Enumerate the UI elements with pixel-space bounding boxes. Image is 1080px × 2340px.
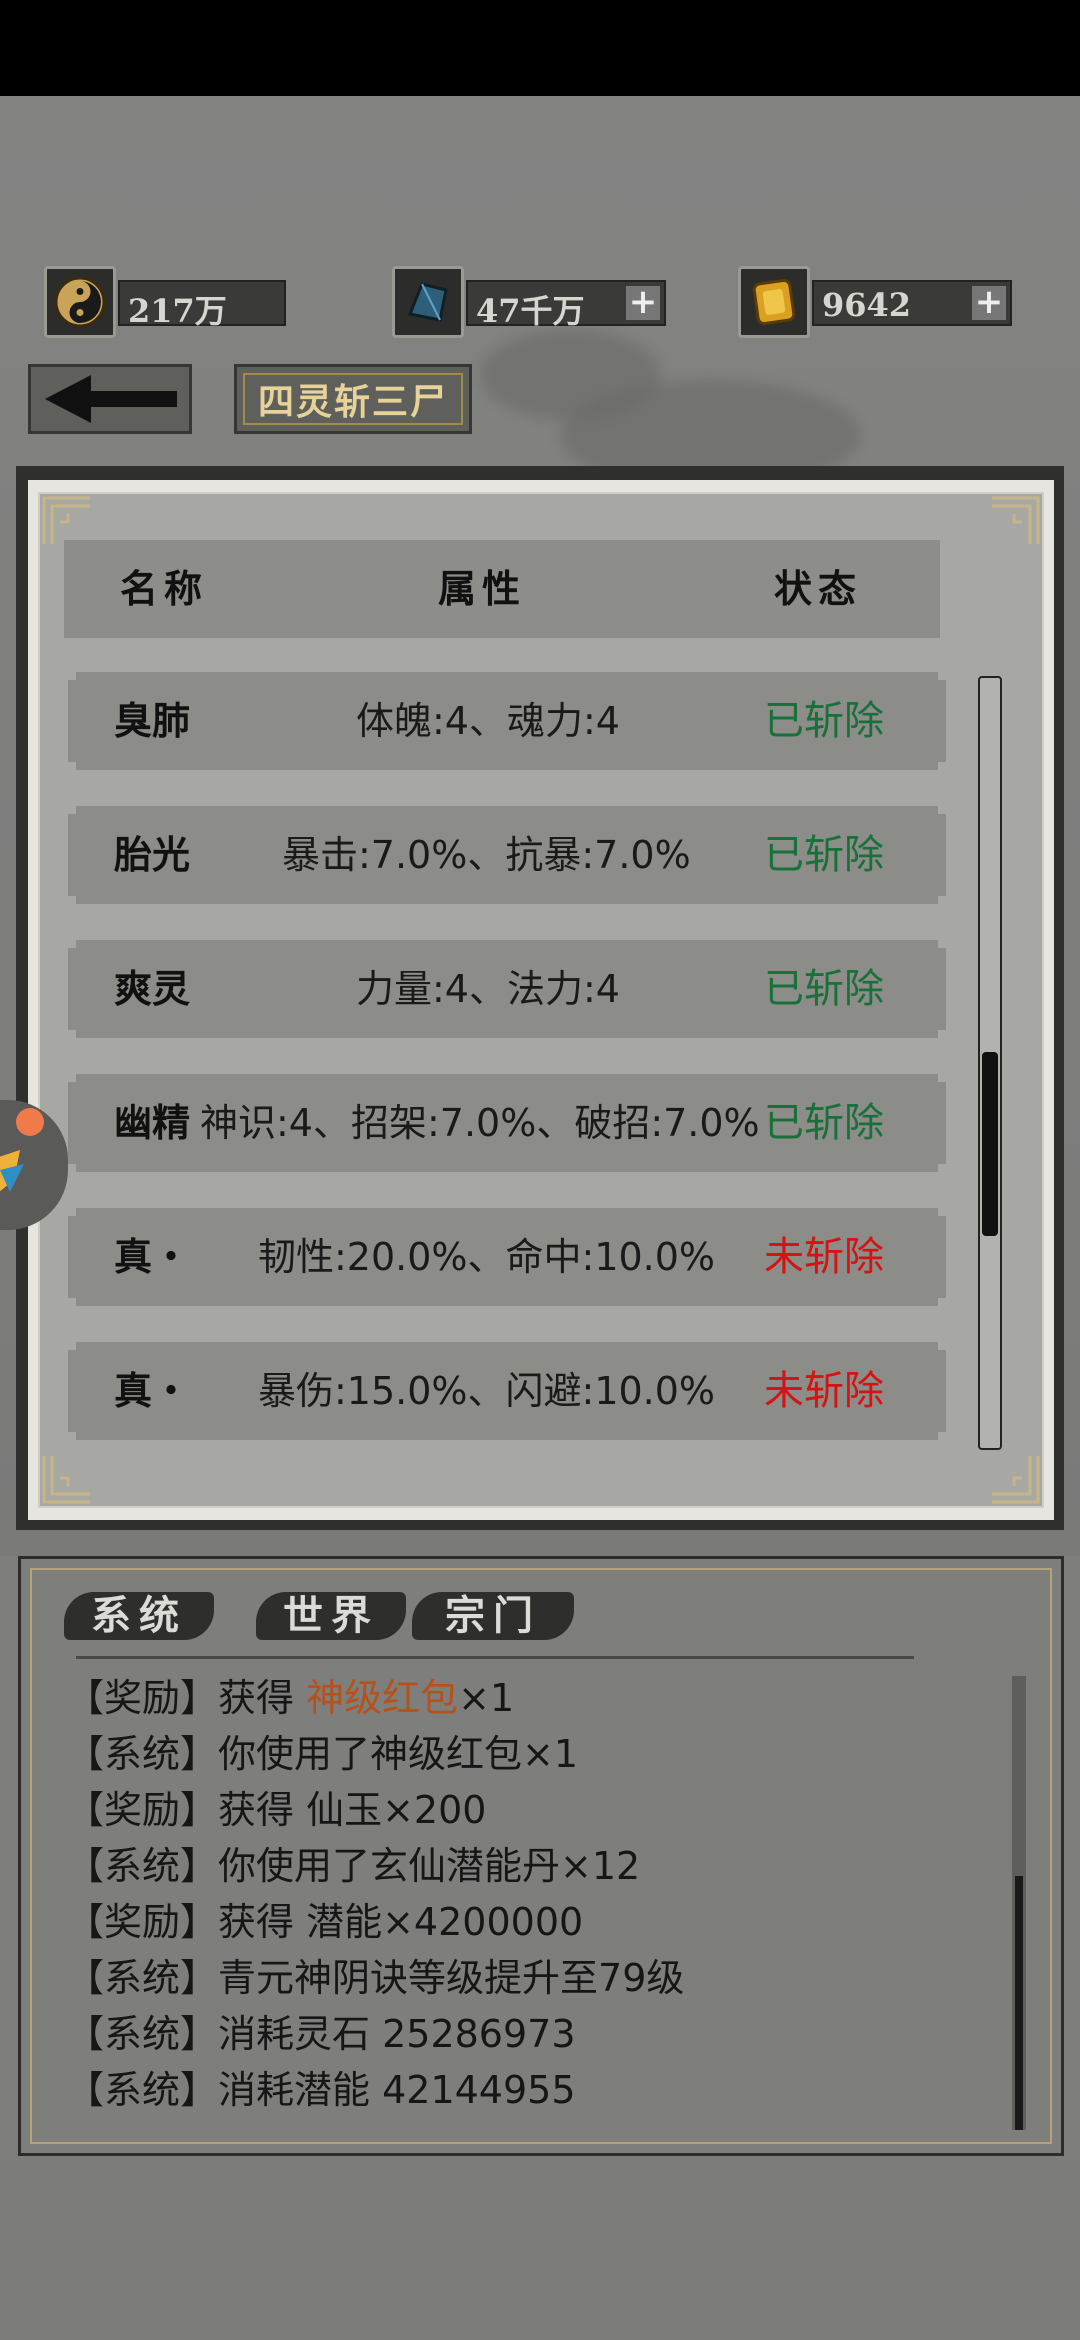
chat-tab-label: 系统 <box>91 1592 187 1639</box>
currency-xianyu: 47千万 + <box>392 266 674 338</box>
blue-crystal-icon <box>392 266 464 338</box>
header-name: 名称 <box>120 566 209 611</box>
chat-message: 【系统】消耗灵石 25286973 <box>66 2012 576 2056</box>
floating-star-icon <box>0 1108 44 1192</box>
row-name: 幽精 <box>114 1100 191 1145</box>
gold-ingot-icon <box>738 266 810 338</box>
currency-gold: 9642 + <box>738 266 1018 338</box>
currency-value-bar: 217万 <box>118 280 286 330</box>
row-name: 真・ <box>114 1368 191 1413</box>
chat-tab-world[interactable]: 世界 <box>256 1586 406 1646</box>
row-status: 已斩除 <box>764 966 884 1012</box>
chat-message: 【奖励】获得 神级红包×1 <box>66 1676 515 1720</box>
currency-value: 9642 <box>822 286 912 324</box>
row-attr: 暴伤:15.0%、闪避:10.0% <box>258 1369 716 1413</box>
row-status: 未斩除 <box>764 1234 884 1280</box>
row-attr: 体魄:4、魂力:4 <box>356 699 620 743</box>
chat-scrollbar[interactable] <box>1012 1676 1026 2130</box>
chat-tab-label: 世界 <box>283 1592 379 1639</box>
chat-scrollbar-thumb[interactable] <box>1015 1876 1023 2130</box>
back-button[interactable] <box>28 364 192 434</box>
chat-divider <box>76 1656 914 1659</box>
bottom-background <box>0 2160 1080 2340</box>
chat-tab-label: 宗门 <box>445 1592 541 1639</box>
add-xianyu-button[interactable]: + <box>626 285 660 320</box>
row-status: 已斩除 <box>764 1100 884 1146</box>
currency-value: 47千万 <box>476 292 585 330</box>
status-bar <box>0 0 1080 96</box>
row-name: 真・ <box>114 1234 191 1279</box>
row-status: 已斩除 <box>764 698 884 744</box>
yin-yang-icon <box>44 266 116 338</box>
corner-ornament-icon <box>992 496 1040 544</box>
chat-message: 【系统】你使用了玄仙潜能丹×12 <box>66 1844 641 1888</box>
header-status: 状态 <box>774 566 863 611</box>
row-attr: 力量:4、法力:4 <box>356 967 620 1011</box>
chat-message: 【系统】青元神阴诀等级提升至79级 <box>66 1956 685 2000</box>
chat-message: 【系统】消耗潜能 42144955 <box>66 2068 576 2112</box>
table-row[interactable]: 幽精 神识:4、招架:7.0%、破招:7.0% 已斩除 <box>68 1074 946 1172</box>
currency-value: 217万 <box>128 292 227 330</box>
tab-sanshi-label: 四灵斩三尸 <box>243 373 463 425</box>
chat-message: 【奖励】获得 仙玉×200 <box>66 1788 487 1832</box>
row-attr: 韧性:20.0%、命中:10.0% <box>258 1235 716 1279</box>
header-attr: 属性 <box>438 566 527 611</box>
row-name: 胎光 <box>114 832 191 877</box>
chat-tab-system[interactable]: 系统 <box>64 1586 214 1646</box>
table-row[interactable]: 胎光 暴击:7.0%、抗暴:7.0% 已斩除 <box>68 806 946 904</box>
corner-ornament-icon <box>42 1456 90 1504</box>
table-row[interactable]: 臭肺 体魄:4、魂力:4 已斩除 <box>68 672 946 770</box>
currency-value-bar: 9642 + <box>812 280 1012 326</box>
table-header: 名称 属性 状态 <box>64 540 940 638</box>
row-status: 未斩除 <box>764 1368 884 1414</box>
table-row[interactable]: 爽灵 力量:4、法力:4 已斩除 <box>68 940 946 1038</box>
back-arrow-icon <box>45 375 177 423</box>
chat-message: 【系统】你使用了神级红包×1 <box>66 1732 579 1776</box>
currency-taiji: 217万 <box>44 266 286 338</box>
chat-tab-sect[interactable]: 宗门 <box>412 1586 574 1646</box>
corner-ornament-icon <box>992 1456 1040 1504</box>
currency-value-bar: 47千万 + <box>466 280 666 330</box>
table-row[interactable]: 真・ 暴伤:15.0%、闪避:10.0% 未斩除 <box>68 1342 946 1440</box>
table-row[interactable]: 真・ 韧性:20.0%、命中:10.0% 未斩除 <box>68 1208 946 1306</box>
row-status: 已斩除 <box>764 832 884 878</box>
row-attr: 暴击:7.0%、抗暴:7.0% <box>282 833 691 877</box>
row-attr: 神识:4、招架:7.0%、破招:7.0% <box>200 1101 760 1145</box>
row-name: 臭肺 <box>114 698 191 743</box>
row-name: 爽灵 <box>114 966 191 1011</box>
tab-sanshi[interactable]: 四灵斩三尸 <box>234 364 472 434</box>
table-scrollbar-thumb[interactable] <box>982 1052 998 1236</box>
add-gold-button[interactable]: + <box>972 285 1006 320</box>
chat-message: 【奖励】获得 潜能×4200000 <box>66 1900 584 1944</box>
floating-menu-button[interactable] <box>0 1100 68 1230</box>
